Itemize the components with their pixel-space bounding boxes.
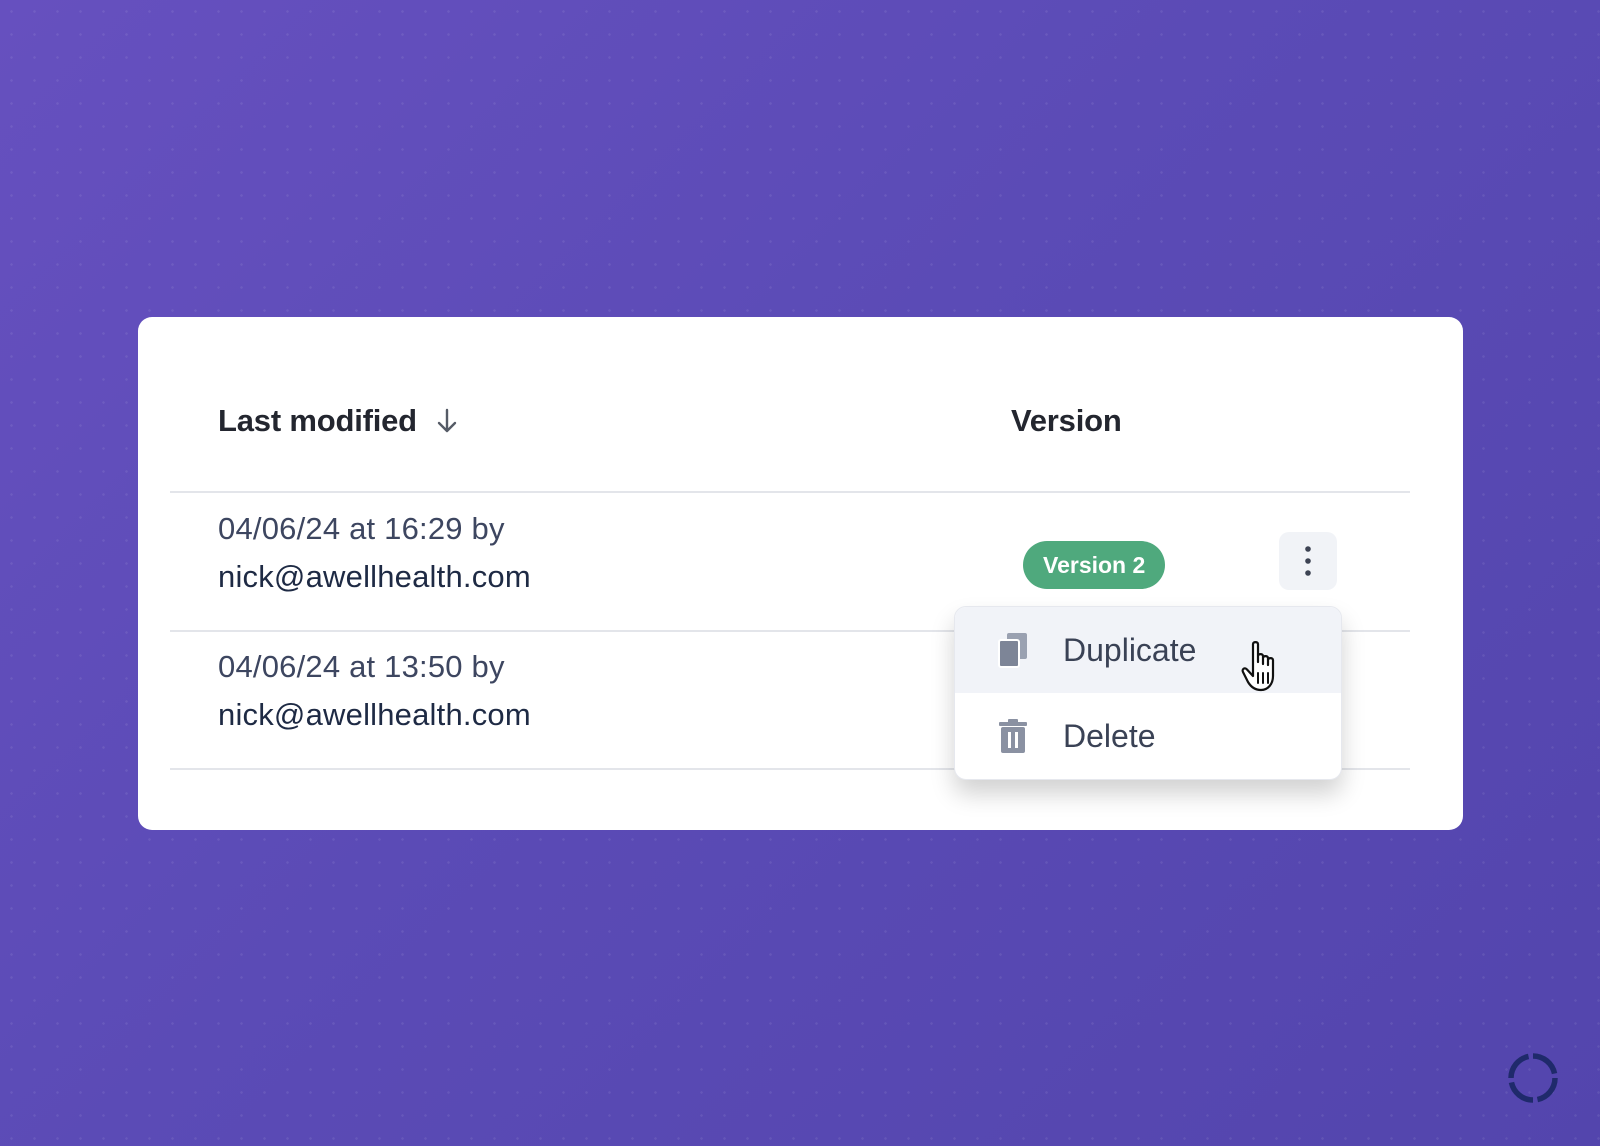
sort-descending-icon[interactable] [433, 407, 461, 435]
trash-icon [993, 716, 1033, 756]
header-divider [170, 491, 1410, 493]
table-row[interactable]: 04/06/24 at 13:50 by nick@awellhealth.co… [218, 643, 531, 739]
menu-item-label: Delete [1063, 717, 1156, 754]
hand-pointer-cursor-icon [1241, 641, 1275, 692]
menu-item-delete[interactable]: Delete [955, 693, 1341, 779]
row-modified-date: 04/06/24 at 13:50 by [218, 649, 505, 684]
loading-ring-icon [1508, 1053, 1558, 1103]
row-modified-by: nick@awellhealth.com [218, 697, 531, 732]
row-modified-date: 04/06/24 at 16:29 by [218, 511, 505, 546]
column-header-version: Version [1011, 403, 1122, 438]
table-row[interactable]: 04/06/24 at 16:29 by nick@awellhealth.co… [218, 505, 531, 601]
menu-item-label: Duplicate [1063, 631, 1197, 668]
more-vertical-icon [1305, 546, 1311, 576]
column-header-last-modified-label: Last modified [218, 403, 417, 438]
row-actions-button[interactable] [1279, 532, 1337, 590]
row-modified-by: nick@awellhealth.com [218, 559, 531, 594]
column-header-last-modified[interactable]: Last modified [218, 403, 461, 439]
duplicate-icon [993, 630, 1033, 670]
version-badge: Version 2 [1023, 541, 1166, 589]
